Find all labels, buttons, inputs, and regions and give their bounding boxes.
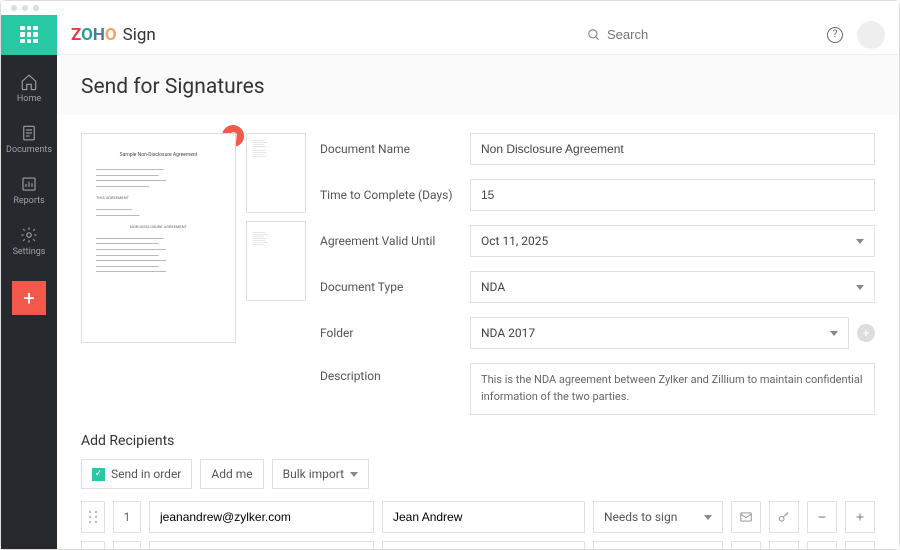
time-label: Time to Complete (Days) [320, 188, 470, 202]
recipient-action-select[interactable]: Needs to sign [593, 501, 723, 533]
add-me-label: Add me [211, 467, 252, 481]
sidebar-item-reports[interactable]: Reports [1, 169, 57, 212]
document-page-1[interactable]: Sample Non-Disclosure Agreement ━━━━━━━━… [81, 133, 236, 343]
recipient-message-button[interactable] [731, 541, 761, 549]
sidebar-item-label: Home [17, 94, 41, 104]
type-label: Document Type [320, 280, 470, 294]
chevron-down-icon [704, 515, 712, 520]
folder-select[interactable]: NDA 2017 [470, 317, 849, 349]
valid-until-value: Oct 11, 2025 [481, 234, 548, 248]
description-textarea[interactable]: This is the NDA agreement between Zylker… [470, 363, 875, 415]
apps-grid-icon [20, 26, 38, 44]
drag-handle[interactable] [81, 501, 105, 533]
message-icon [739, 510, 753, 524]
sidebar-item-home[interactable]: Home [1, 67, 57, 110]
search-icon [587, 28, 601, 42]
document-page-3[interactable]: ━━━━━━━━━━━━━━━━━━━━━━━━━━━━━━━━━━━━━━━━… [246, 221, 306, 301]
app-logo: ZOHO Sign [71, 25, 156, 45]
minus-icon [815, 510, 829, 524]
recipient-message-button[interactable] [731, 501, 761, 533]
chevron-down-icon [350, 472, 358, 477]
bulk-import-label: Bulk import [283, 467, 344, 481]
recipient-action-select[interactable]: Needs to sign [593, 541, 723, 549]
reports-icon [20, 175, 38, 193]
folder-label: Folder [320, 326, 470, 340]
search-input[interactable] [607, 27, 807, 42]
documents-icon [20, 124, 38, 142]
recipient-row: 1 Needs to sign [81, 501, 875, 533]
recipient-name-input[interactable] [382, 541, 585, 549]
avatar[interactable] [857, 21, 885, 49]
sidebar-item-label: Settings [13, 247, 46, 257]
recipient-name-input[interactable] [382, 501, 585, 533]
time-input[interactable] [470, 179, 875, 211]
recipient-email-input[interactable] [149, 541, 374, 549]
send-in-order-checkbox[interactable]: ✓ Send in order [81, 459, 192, 489]
chevron-down-icon [830, 331, 838, 336]
sidebar: Home Documents Reports Settings + [1, 55, 57, 549]
key-icon [777, 510, 791, 524]
bulk-import-button[interactable]: Bulk import [272, 459, 369, 489]
recipient-add-button[interactable] [845, 541, 875, 549]
main-content: Send for Signatures Sample Non-Disclosur… [57, 55, 899, 549]
folder-value: NDA 2017 [481, 326, 535, 340]
document-preview: Sample Non-Disclosure Agreement ━━━━━━━━… [81, 133, 306, 343]
recipient-action-value: Needs to sign [604, 510, 677, 524]
drag-handle[interactable] [81, 541, 105, 549]
recipient-auth-button[interactable] [769, 541, 799, 549]
chevron-down-icon [856, 239, 864, 244]
order-input[interactable]: 1 [113, 501, 141, 533]
search-wrap[interactable] [587, 27, 807, 42]
home-icon [20, 73, 38, 91]
document-page-2[interactable]: ━━━━━━━━━━━━━━━━━━━━━━━━━━━━━━━━━━━━━━━━… [246, 133, 306, 213]
plus-icon [853, 510, 867, 524]
recipient-remove-button[interactable] [807, 541, 837, 549]
traffic-light-close-icon[interactable] [11, 5, 17, 11]
traffic-light-min-icon[interactable] [22, 5, 28, 11]
help-icon[interactable]: ? [827, 27, 843, 43]
traffic-light-max-icon[interactable] [33, 5, 39, 11]
add-folder-button[interactable]: + [857, 324, 875, 342]
chevron-down-icon [856, 285, 864, 290]
sidebar-item-settings[interactable]: Settings [1, 220, 57, 263]
page-title: Send for Signatures [57, 55, 899, 115]
desc-label: Description [320, 363, 470, 383]
add-button[interactable]: + [12, 281, 46, 315]
check-icon: ✓ [92, 468, 105, 481]
order-input[interactable]: 1 [113, 541, 141, 549]
gear-icon [20, 226, 38, 244]
recipients-title: Add Recipients [81, 433, 875, 449]
window-titlebar [1, 1, 899, 15]
valid-label: Agreement Valid Until [320, 234, 470, 248]
valid-until-select[interactable]: Oct 11, 2025 [470, 225, 875, 257]
recipient-remove-button[interactable] [807, 501, 837, 533]
app-name: Sign [123, 25, 156, 45]
sidebar-item-label: Reports [13, 196, 44, 206]
doc-name-label: Document Name [320, 142, 470, 156]
sidebar-item-label: Documents [6, 145, 52, 155]
drag-icon [88, 510, 98, 524]
app-header: ZOHO Sign ? [1, 15, 899, 55]
send-in-order-label: Send in order [111, 467, 181, 481]
apps-menu-button[interactable] [1, 15, 57, 55]
recipient-email-input[interactable] [149, 501, 374, 533]
recipient-row: 1 Needs to sign [81, 541, 875, 549]
recipient-add-button[interactable] [845, 501, 875, 533]
zoho-logo-icon: ZOHO [71, 25, 117, 45]
doc-name-input[interactable] [470, 133, 875, 165]
recipient-auth-button[interactable] [769, 501, 799, 533]
add-me-button[interactable]: Add me [200, 459, 263, 489]
doc-type-select[interactable]: NDA [470, 271, 875, 303]
doc-type-value: NDA [481, 280, 505, 294]
sidebar-item-documents[interactable]: Documents [1, 118, 57, 161]
